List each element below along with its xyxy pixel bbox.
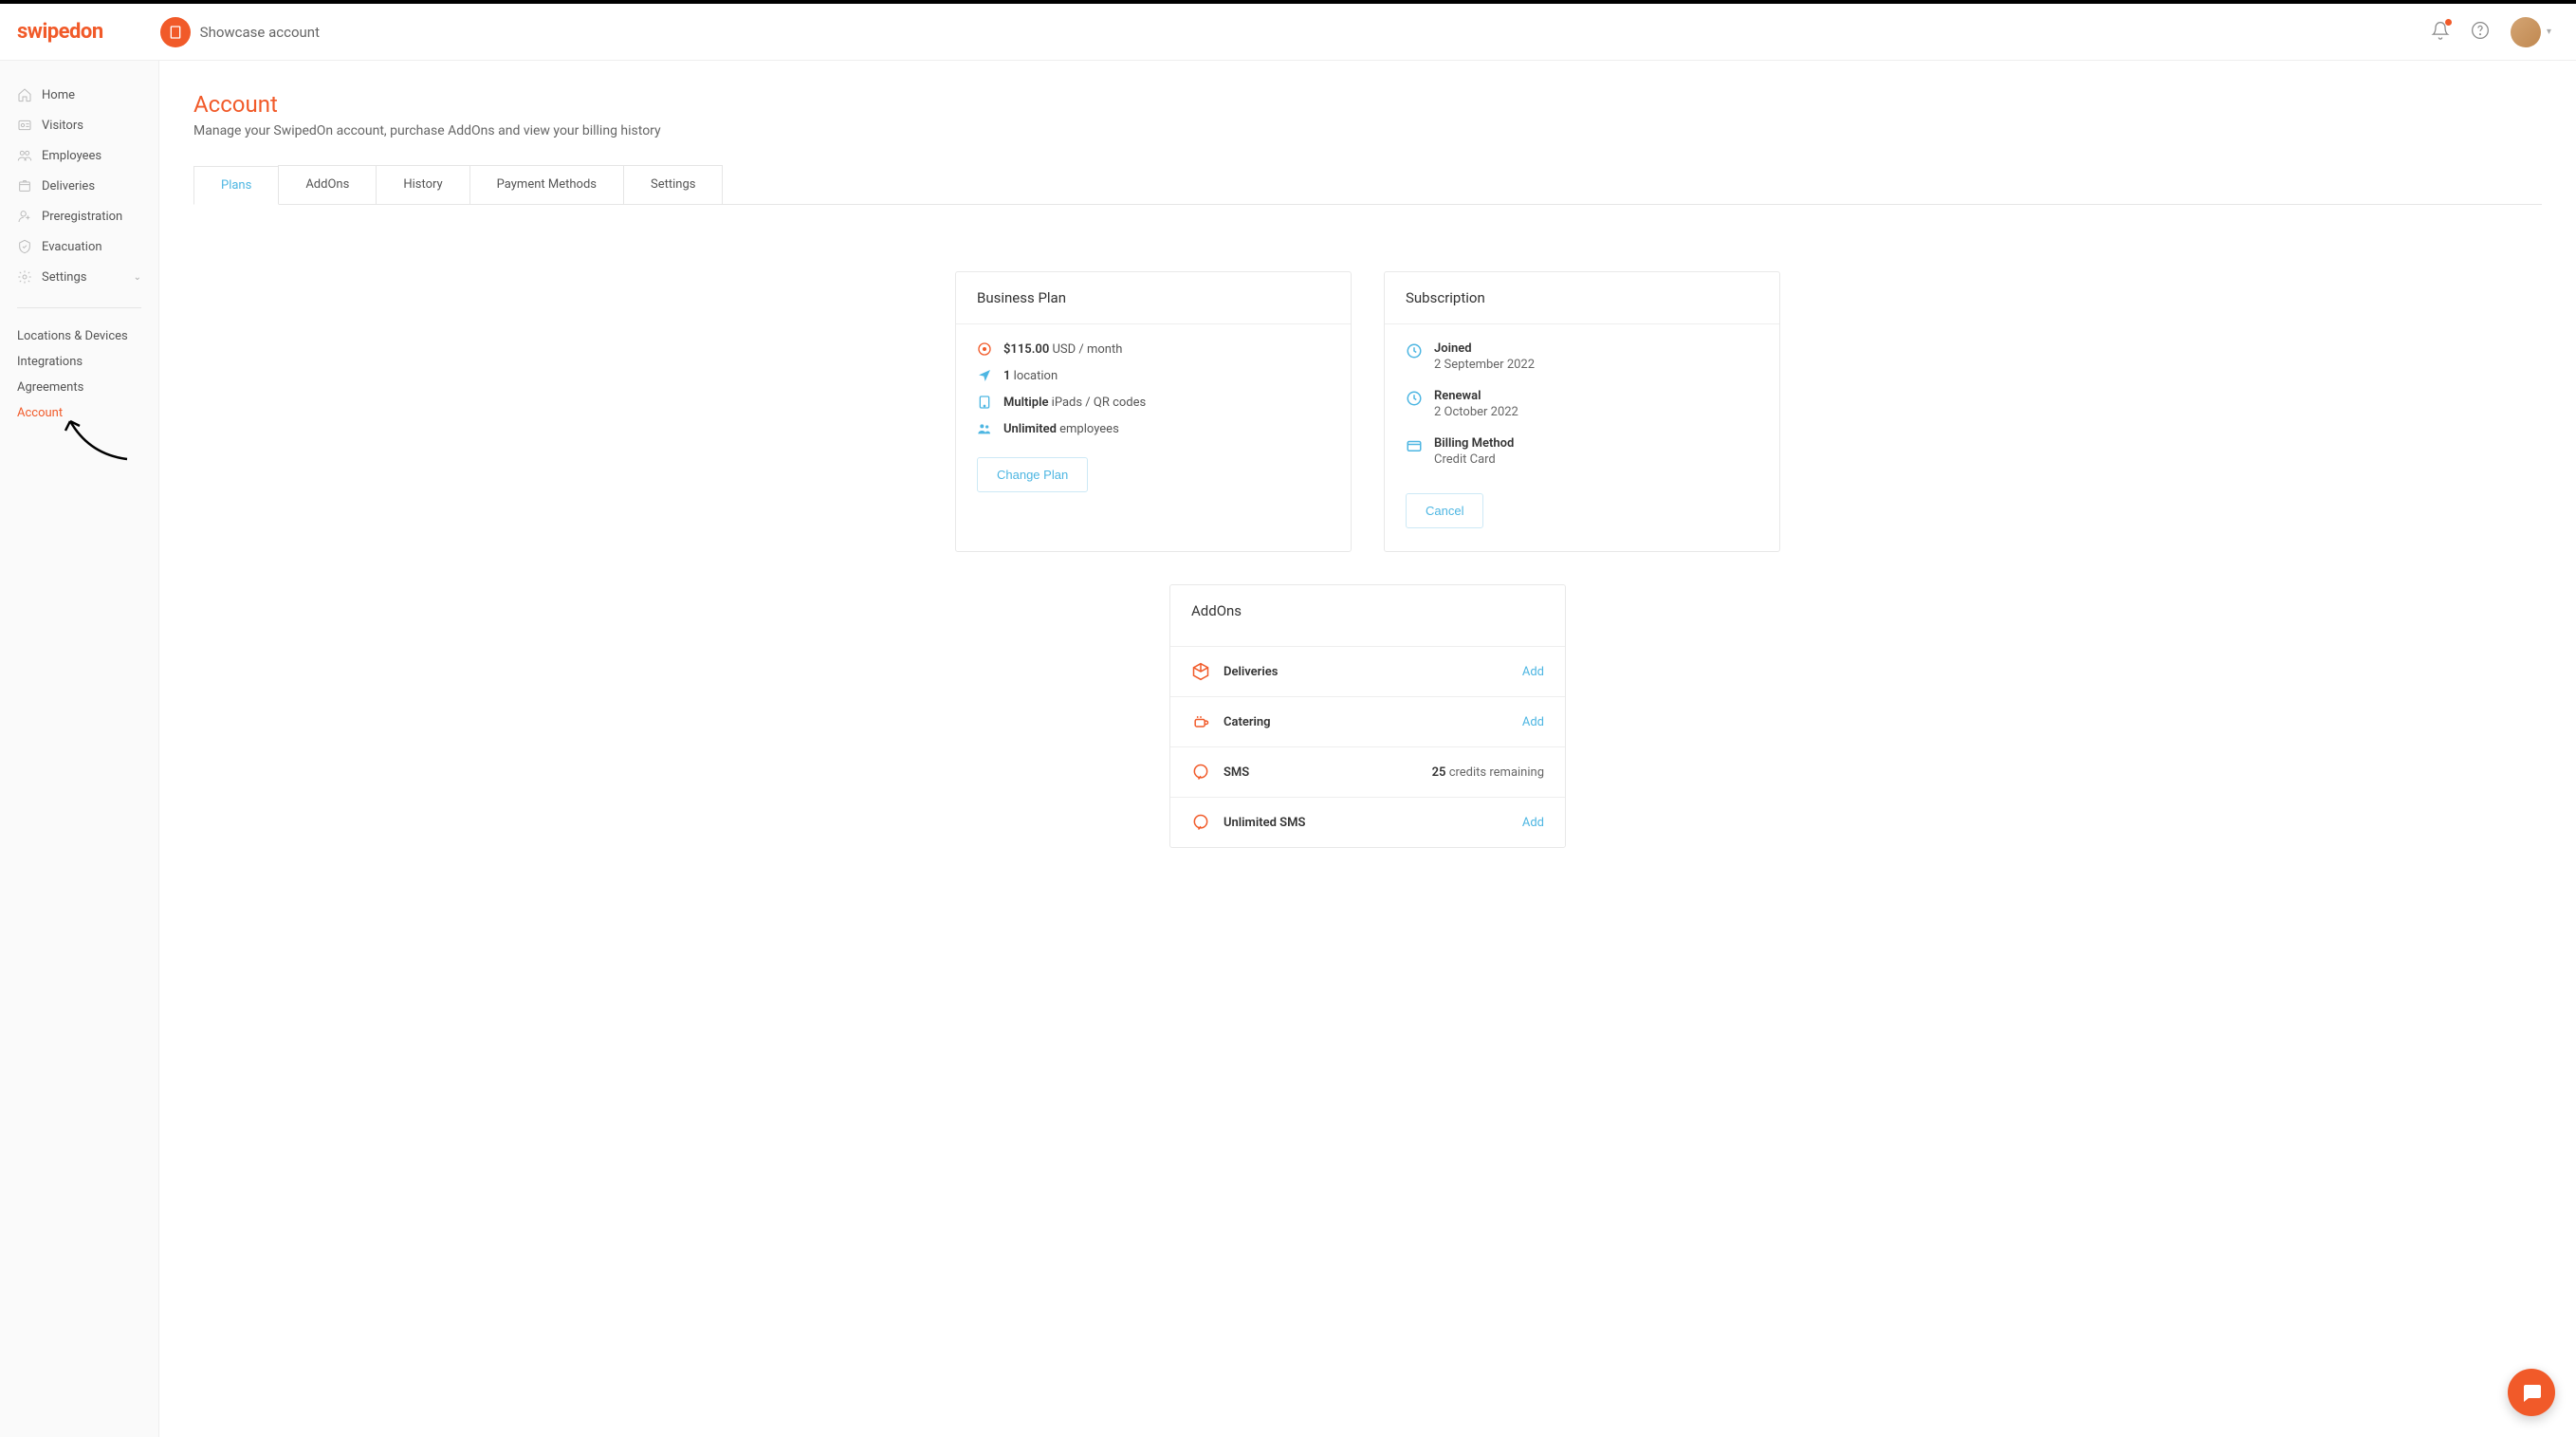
avatar: [2511, 17, 2541, 47]
plan-devices-line: Multiple iPads / QR codes: [977, 395, 1330, 410]
addons-card-title: AddOns: [1170, 585, 1565, 646]
subscription-billing: Billing Method Credit Card: [1406, 436, 1758, 467]
help-icon[interactable]: [2471, 21, 2490, 44]
subscription-card-title: Subscription: [1385, 272, 1779, 324]
sidebar-sub-agreements[interactable]: Agreements: [0, 375, 158, 400]
page-subtitle: Manage your SwipedOn account, purchase A…: [193, 123, 2542, 138]
addon-status: 25 credits remaining: [1432, 765, 1544, 780]
people-icon: [977, 421, 992, 436]
sidebar-item-label: Employees: [42, 149, 101, 163]
location-arrow-icon: [977, 368, 992, 383]
tab-plans[interactable]: Plans: [193, 166, 279, 205]
coffee-icon: [1191, 712, 1210, 731]
sidebar-sub-integrations[interactable]: Integrations: [0, 349, 158, 375]
addon-add-link[interactable]: Add: [1522, 715, 1544, 729]
addon-name: SMS: [1224, 765, 1249, 780]
sidebar-item-label: Deliveries: [42, 179, 95, 193]
addon-add-link[interactable]: Add: [1522, 816, 1544, 830]
sidebar-item-evacuation[interactable]: Evacuation: [0, 231, 158, 262]
cancel-subscription-button[interactable]: Cancel: [1406, 493, 1483, 528]
tabs: Plans AddOns History Payment Methods Set…: [193, 165, 2542, 205]
brand-logo[interactable]: swipedon: [17, 20, 103, 44]
chat-widget[interactable]: [2508, 1369, 2555, 1416]
account-label: Showcase account: [200, 24, 320, 41]
sidebar-item-employees[interactable]: Employees: [0, 140, 158, 171]
sidebar-item-label: Preregistration: [42, 210, 122, 224]
tab-payment-methods[interactable]: Payment Methods: [469, 165, 624, 204]
chat-icon: [1191, 813, 1210, 832]
subscription-card: Subscription Joined 2 September 2022 Ren…: [1384, 271, 1780, 552]
subscription-joined: Joined 2 September 2022: [1406, 341, 1758, 372]
subscription-renewal: Renewal 2 October 2022: [1406, 389, 1758, 419]
tab-settings[interactable]: Settings: [623, 165, 723, 204]
main-content: Account Manage your SwipedOn account, pu…: [159, 61, 2576, 1437]
sidebar-item-label: Settings: [42, 270, 86, 285]
addon-name: Catering: [1224, 715, 1271, 729]
target-icon: [977, 341, 992, 357]
sidebar-item-label: Visitors: [42, 119, 83, 133]
notifications-icon[interactable]: [2431, 21, 2450, 44]
sidebar-item-deliveries[interactable]: Deliveries: [0, 171, 158, 201]
plan-location-line: 1 location: [977, 368, 1330, 383]
page-title: Account: [193, 91, 2542, 118]
sidebar-item-label: Evacuation: [42, 240, 102, 254]
building-icon: [160, 17, 191, 47]
addon-row-deliveries: Deliveries Add: [1170, 646, 1565, 696]
box-icon: [1191, 662, 1210, 681]
sidebar-item-visitors[interactable]: Visitors: [0, 110, 158, 140]
credit-card-icon: [1406, 437, 1423, 454]
sidebar-sub-account[interactable]: Account: [0, 400, 158, 426]
addon-add-link[interactable]: Add: [1522, 665, 1544, 679]
addon-row-unlimited-sms: Unlimited SMS Add: [1170, 797, 1565, 847]
plan-card: Business Plan $115.00 USD / month 1 loca…: [955, 271, 1352, 552]
chat-icon: [2520, 1381, 2543, 1404]
chat-icon: [1191, 763, 1210, 782]
addons-card: AddOns Deliveries Add Catering Add SMS 2…: [1169, 584, 1566, 848]
tab-history[interactable]: History: [376, 165, 469, 204]
sidebar-item-label: Home: [42, 88, 75, 102]
account-switcher[interactable]: Showcase account: [160, 17, 320, 47]
change-plan-button[interactable]: Change Plan: [977, 457, 1088, 492]
plan-card-title: Business Plan: [956, 272, 1351, 324]
addon-row-sms: SMS 25 credits remaining: [1170, 746, 1565, 797]
header: swipedon Showcase account ▾: [0, 4, 2576, 61]
addon-name: Deliveries: [1224, 665, 1278, 679]
addon-row-catering: Catering Add: [1170, 696, 1565, 746]
sidebar-item-settings[interactable]: Settings ⌄: [0, 262, 158, 292]
sidebar: Home Visitors Employees Deliveries Prere…: [0, 61, 159, 1437]
tablet-icon: [977, 395, 992, 410]
sidebar-item-preregistration[interactable]: Preregistration: [0, 201, 158, 231]
plan-employees-line: Unlimited employees: [977, 421, 1330, 436]
clock-icon: [1406, 342, 1423, 359]
addon-name: Unlimited SMS: [1224, 816, 1305, 830]
sidebar-sub-locations[interactable]: Locations & Devices: [0, 323, 158, 349]
chevron-down-icon: ⌄: [134, 272, 141, 283]
clock-icon: [1406, 390, 1423, 407]
plan-price-line: $115.00 USD / month: [977, 341, 1330, 357]
user-menu[interactable]: ▾: [2511, 17, 2551, 47]
sidebar-item-home[interactable]: Home: [0, 80, 158, 110]
chevron-down-icon: ▾: [2547, 27, 2551, 37]
tab-addons[interactable]: AddOns: [278, 165, 377, 204]
